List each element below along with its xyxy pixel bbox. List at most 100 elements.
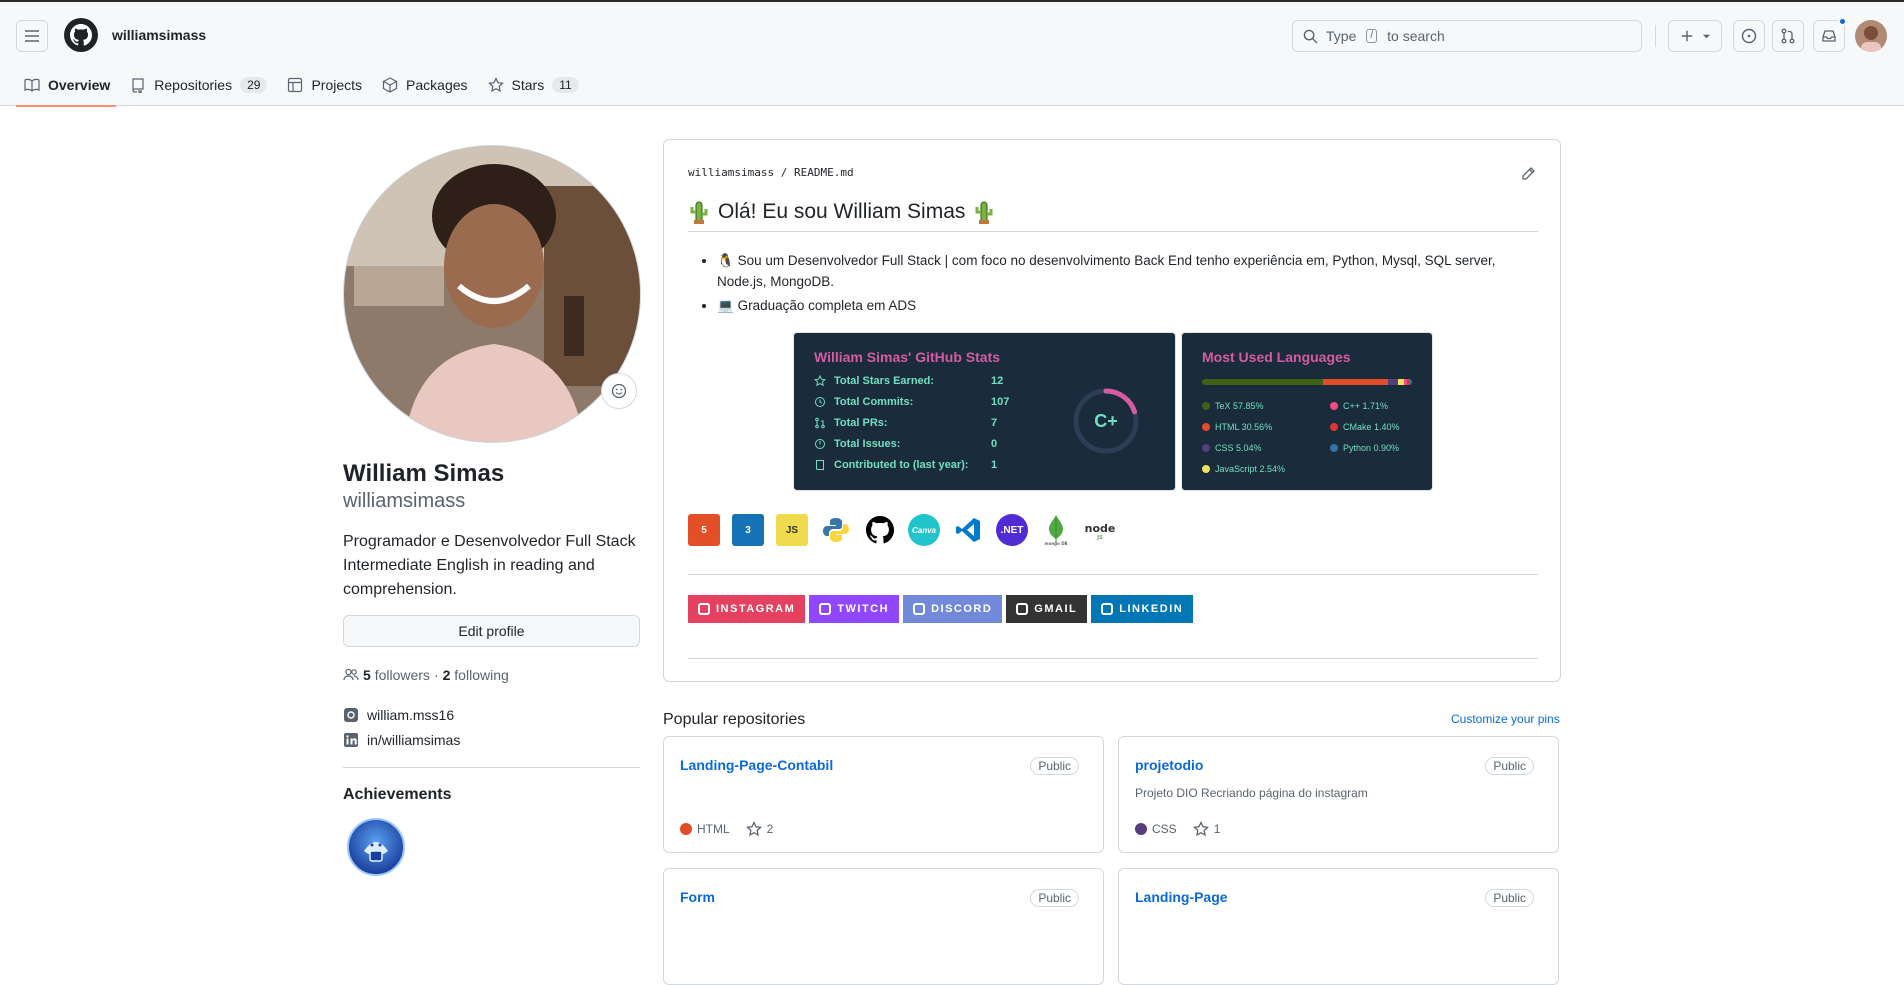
profile-photo-icon — [344, 146, 640, 442]
star-icon — [745, 821, 762, 837]
shark-achievement-icon — [364, 842, 388, 862]
search-placeholder-pre: Type — [1326, 28, 1357, 44]
linkedin-icon — [344, 733, 358, 747]
gmail-badge[interactable]: GMAIL — [1006, 595, 1088, 623]
edit-profile-button[interactable]: Edit profile — [343, 615, 640, 647]
stat-label: Total Stars Earned: — [834, 375, 935, 387]
repo-name-link[interactable]: Form — [680, 889, 715, 905]
social-link-instagram[interactable]: william.mss16 — [343, 707, 454, 723]
github-stats-card[interactable]: William Simas' GitHub Stats Total Stars … — [793, 332, 1176, 491]
repo-name-link[interactable]: Landing-Page — [1135, 889, 1228, 905]
svg-text:mongo DB: mongo DB — [1044, 541, 1067, 546]
notification-dot — [1838, 17, 1847, 26]
issue-stat-icon — [815, 439, 825, 449]
dotnet-icon: .NET — [996, 514, 1028, 546]
language-color-dot — [1202, 444, 1210, 452]
language-label: CSS 5.04% — [1215, 443, 1262, 453]
javascript-icon: JS — [776, 514, 808, 546]
pinned-repo-card: Landing-Page Public — [1118, 868, 1559, 985]
pencil-icon — [1522, 167, 1535, 180]
profile-tabs: Overview Repositories 29 Projects Packag… — [16, 70, 587, 100]
create-new-button[interactable] — [1668, 20, 1722, 52]
twitch-badge[interactable]: TWITCH — [809, 595, 900, 623]
stat-label: Total PRs: — [834, 417, 888, 429]
social-link-linkedin[interactable]: in/williamsimas — [343, 732, 460, 748]
book-stat-icon — [816, 460, 824, 470]
pull-request-icon — [1781, 28, 1795, 44]
customize-pins-link[interactable]: Customize your pins — [1451, 712, 1560, 726]
bio-line: Programador e Desenvolvedor Full Stack — [343, 533, 636, 550]
languages-bar — [1202, 379, 1412, 385]
star-count: 2 — [766, 822, 774, 836]
svg-text:node: node — [1085, 522, 1116, 535]
repositories-count: 29 — [240, 77, 268, 93]
mongodb-icon: mongo DB — [1040, 514, 1072, 546]
language-color-dot — [1135, 823, 1147, 835]
stats-grade: C+ — [1094, 410, 1118, 431]
book-icon — [24, 78, 40, 92]
active-tab-underline — [16, 105, 116, 107]
instagram-icon — [344, 708, 358, 722]
repo-stars-link[interactable]: 2 — [745, 821, 774, 837]
penguin-icon: 🐧 — [717, 253, 734, 268]
language-item: JavaScript 2.54% — [1202, 464, 1285, 474]
tab-packages[interactable]: Packages — [374, 70, 475, 100]
laptop-icon: 💻 — [717, 298, 734, 313]
star-icon — [1192, 821, 1209, 837]
language-item: Python 0.90% — [1330, 443, 1399, 453]
top-languages-card[interactable]: Most Used Languages TeX 57.85% HTML 30.56… — [1181, 332, 1433, 491]
menu-button[interactable] — [16, 20, 48, 52]
instagram-badge[interactable]: INSTAGRAM — [688, 595, 806, 623]
language-color-dot — [1330, 444, 1338, 452]
readme-path-sep: / — [780, 166, 788, 179]
visibility-badge: Public — [1485, 889, 1534, 907]
gmail-icon — [1016, 603, 1029, 615]
following-link[interactable]: 2 following — [443, 667, 509, 683]
people-icon — [343, 668, 359, 681]
visibility-badge: Public — [1030, 889, 1079, 907]
linkedin-handle[interactable]: in/williamsimas — [367, 732, 460, 748]
tab-repositories[interactable]: Repositories 29 — [122, 70, 275, 100]
achievement-badge[interactable] — [347, 818, 405, 876]
repo-name-link[interactable]: projetodio — [1135, 757, 1203, 773]
tab-projects-label: Projects — [311, 77, 363, 93]
search-input[interactable]: Type / to search — [1292, 20, 1642, 52]
twitch-icon — [819, 603, 832, 615]
followers-link[interactable]: 5 followers — [363, 667, 430, 683]
badge-label: DISCORD — [931, 603, 993, 615]
language-item: HTML 30.56% — [1202, 422, 1272, 432]
language-label: C++ 1.71% — [1343, 401, 1389, 411]
badge-label: INSTAGRAM — [716, 603, 796, 615]
stat-value: 12 — [991, 375, 1004, 387]
linkedin-badge[interactable]: LINKEDIN — [1091, 595, 1194, 623]
star-icon — [487, 77, 504, 93]
issues-button[interactable] — [1733, 20, 1765, 52]
repo-stars-link[interactable]: 1 — [1192, 821, 1220, 837]
bio-line: Intermediate English in reading and comp… — [343, 557, 595, 598]
tab-stars[interactable]: Stars 11 — [480, 70, 587, 100]
following-label: following — [454, 667, 509, 683]
tab-projects[interactable]: Projects — [279, 70, 370, 100]
badge-label: GMAIL — [1034, 603, 1078, 615]
pull-requests-button[interactable] — [1772, 20, 1804, 52]
tech-icons-row: 5 3 JS Canva .NET mongo DB node JS — [688, 514, 1116, 546]
repo-name-link[interactable]: Landing-Page-Contabil — [680, 757, 833, 773]
github-logo-icon[interactable] — [64, 18, 98, 52]
discord-badge[interactable]: DISCORD — [903, 595, 1003, 623]
language-item: CSS 5.04% — [1202, 443, 1262, 453]
set-status-button[interactable] — [601, 373, 637, 409]
edit-readme-button[interactable] — [1520, 166, 1536, 187]
user-avatar-menu[interactable] — [1855, 20, 1887, 52]
profile-avatar[interactable] — [343, 145, 641, 443]
readme-path-user[interactable]: williamsimass — [688, 166, 774, 179]
stat-label: Total Issues: — [834, 438, 901, 450]
language-name: CSS — [1152, 822, 1177, 836]
achievements-title[interactable]: Achievements — [343, 786, 452, 804]
language-color-dot — [1202, 465, 1210, 473]
separator-dot: · — [433, 667, 439, 683]
discord-icon — [913, 603, 926, 615]
list-item: 🐧 Sou um Desenvolvedor Full Stack | com … — [717, 250, 1531, 292]
tab-overview[interactable]: Overview — [16, 70, 118, 100]
header-username[interactable]: williamsimass — [112, 27, 206, 43]
instagram-handle[interactable]: william.mss16 — [367, 707, 454, 723]
